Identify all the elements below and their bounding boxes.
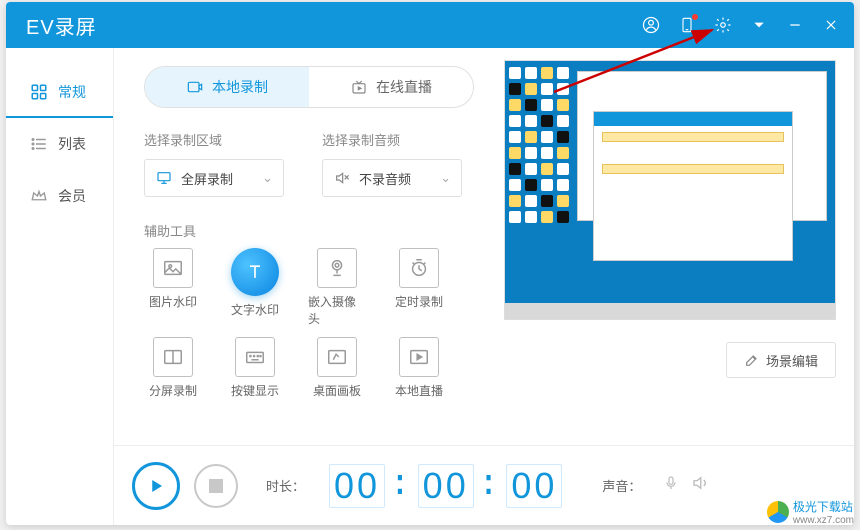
dropdown-icon[interactable] <box>750 16 768 34</box>
area-value: 全屏录制 <box>181 169 233 188</box>
list-icon <box>30 135 48 153</box>
logo-name: 极光下载站 <box>793 498 854 515</box>
sidebar-item-vip[interactable]: 会员 <box>6 170 113 222</box>
minimize-icon[interactable] <box>786 16 804 34</box>
mic-icon[interactable] <box>663 474 679 497</box>
sidebar-item-general[interactable]: 常规 <box>6 66 113 118</box>
sidebar: 常规 列表 会员 <box>6 48 114 525</box>
record-button[interactable] <box>132 462 180 510</box>
tab-local-record[interactable]: 本地录制 <box>145 67 309 107</box>
area-dropdown[interactable]: 全屏录制 ⌄ <box>144 159 284 197</box>
tool-label: 定时录制 <box>395 293 443 310</box>
tool-image-watermark[interactable]: 图片水印 <box>144 248 202 327</box>
tool-label: 本地直播 <box>395 382 443 399</box>
clock-icon <box>399 248 439 288</box>
timer-hours: 00 <box>329 464 385 508</box>
scene-edit-label: 场景编辑 <box>766 351 818 370</box>
audio-selector-group: 选择录制音频 不录音频 ⌄ <box>322 130 462 197</box>
tab-live[interactable]: 在线直播 <box>309 67 473 107</box>
audio-label: 选择录制音频 <box>322 130 462 149</box>
tool-label: 文字水印 <box>231 301 279 318</box>
notification-dot <box>692 14 698 20</box>
audio-value: 不录音频 <box>359 169 411 188</box>
live-icon <box>350 79 368 95</box>
tool-label: 按键显示 <box>231 382 279 399</box>
audio-dropdown[interactable]: 不录音频 ⌄ <box>322 159 462 197</box>
tool-label: 嵌入摄像头 <box>308 293 366 327</box>
logo-icon <box>767 501 789 523</box>
tab-label: 在线直播 <box>376 77 432 97</box>
tool-camera[interactable]: 嵌入摄像头 <box>308 248 366 327</box>
tool-label: 分屏录制 <box>149 382 197 399</box>
image-icon <box>153 248 193 288</box>
duration-label: 时长： <box>266 476 305 495</box>
area-selector-group: 选择录制区域 全屏录制 ⌄ <box>144 130 284 197</box>
sound-icons <box>663 474 709 497</box>
preview-window-2 <box>593 111 793 261</box>
mode-tabs: 本地录制 在线直播 <box>144 66 474 108</box>
tool-label: 桌面画板 <box>313 382 361 399</box>
stop-button[interactable] <box>194 464 238 508</box>
user-icon[interactable] <box>642 16 660 34</box>
crown-icon <box>30 187 48 205</box>
text-icon <box>231 248 279 296</box>
tool-keyboard[interactable]: 按键显示 <box>226 337 284 399</box>
titlebar: EV录屏 <box>6 2 854 48</box>
camera-icon <box>317 248 357 288</box>
sidebar-item-label: 常规 <box>58 82 86 102</box>
timer-seconds: 00 <box>506 464 562 508</box>
keyboard-icon <box>235 337 275 377</box>
close-icon[interactable] <box>822 16 840 34</box>
speaker-icon[interactable] <box>691 474 709 497</box>
logo-url: www.xz7.com <box>793 515 854 526</box>
timer-display: 00: 00: 00 <box>329 464 562 508</box>
tool-timer[interactable]: 定时录制 <box>390 248 448 327</box>
stop-icon <box>209 479 223 493</box>
grid-icon <box>30 83 48 101</box>
tool-grid: 图片水印 文字水印 嵌入摄像头 定时录制 分屏录制 <box>144 248 484 399</box>
tool-split[interactable]: 分屏录制 <box>144 337 202 399</box>
preview-taskbar <box>505 303 835 319</box>
sound-label: 声音： <box>602 476 641 495</box>
main-panel: 本地录制 在线直播 选择录制区域 全屏录制 ⌄ 选择录制音频 <box>114 48 854 525</box>
content: 常规 列表 会员 本地录制 在线直播 <box>6 48 854 525</box>
gear-icon[interactable] <box>714 16 732 34</box>
mute-icon <box>333 170 351 186</box>
sidebar-item-list[interactable]: 列表 <box>6 118 113 170</box>
scene-edit-button[interactable]: 场景编辑 <box>726 342 836 378</box>
tab-label: 本地录制 <box>212 77 268 97</box>
footer: 时长： 00: 00: 00 声音： <box>114 445 854 525</box>
sidebar-item-label: 列表 <box>58 134 86 154</box>
split-icon <box>153 337 193 377</box>
chevron-down-icon: ⌄ <box>262 170 273 186</box>
tool-label: 图片水印 <box>149 293 197 310</box>
monitor-icon <box>155 170 173 186</box>
tool-local-live[interactable]: 本地直播 <box>390 337 448 399</box>
play-rect-icon <box>399 337 439 377</box>
preview-desktop <box>505 61 835 319</box>
area-label: 选择录制区域 <box>144 130 284 149</box>
phone-icon[interactable] <box>678 16 696 34</box>
watermark-logo: 极光下载站 www.xz7.com <box>767 498 854 526</box>
edit-icon <box>744 352 760 368</box>
whiteboard-icon <box>317 337 357 377</box>
app-title: EV录屏 <box>26 11 97 40</box>
chevron-down-icon: ⌄ <box>440 170 451 186</box>
timer-minutes: 00 <box>418 464 474 508</box>
record-icon <box>186 79 204 95</box>
titlebar-controls <box>642 16 840 34</box>
tool-text-watermark[interactable]: 文字水印 <box>226 248 284 327</box>
tool-whiteboard[interactable]: 桌面画板 <box>308 337 366 399</box>
preview-pane <box>504 60 836 320</box>
app-window: EV录屏 常规 列表 会员 <box>6 2 854 525</box>
sidebar-item-label: 会员 <box>58 186 86 206</box>
preview-desktop-icons <box>509 67 579 223</box>
